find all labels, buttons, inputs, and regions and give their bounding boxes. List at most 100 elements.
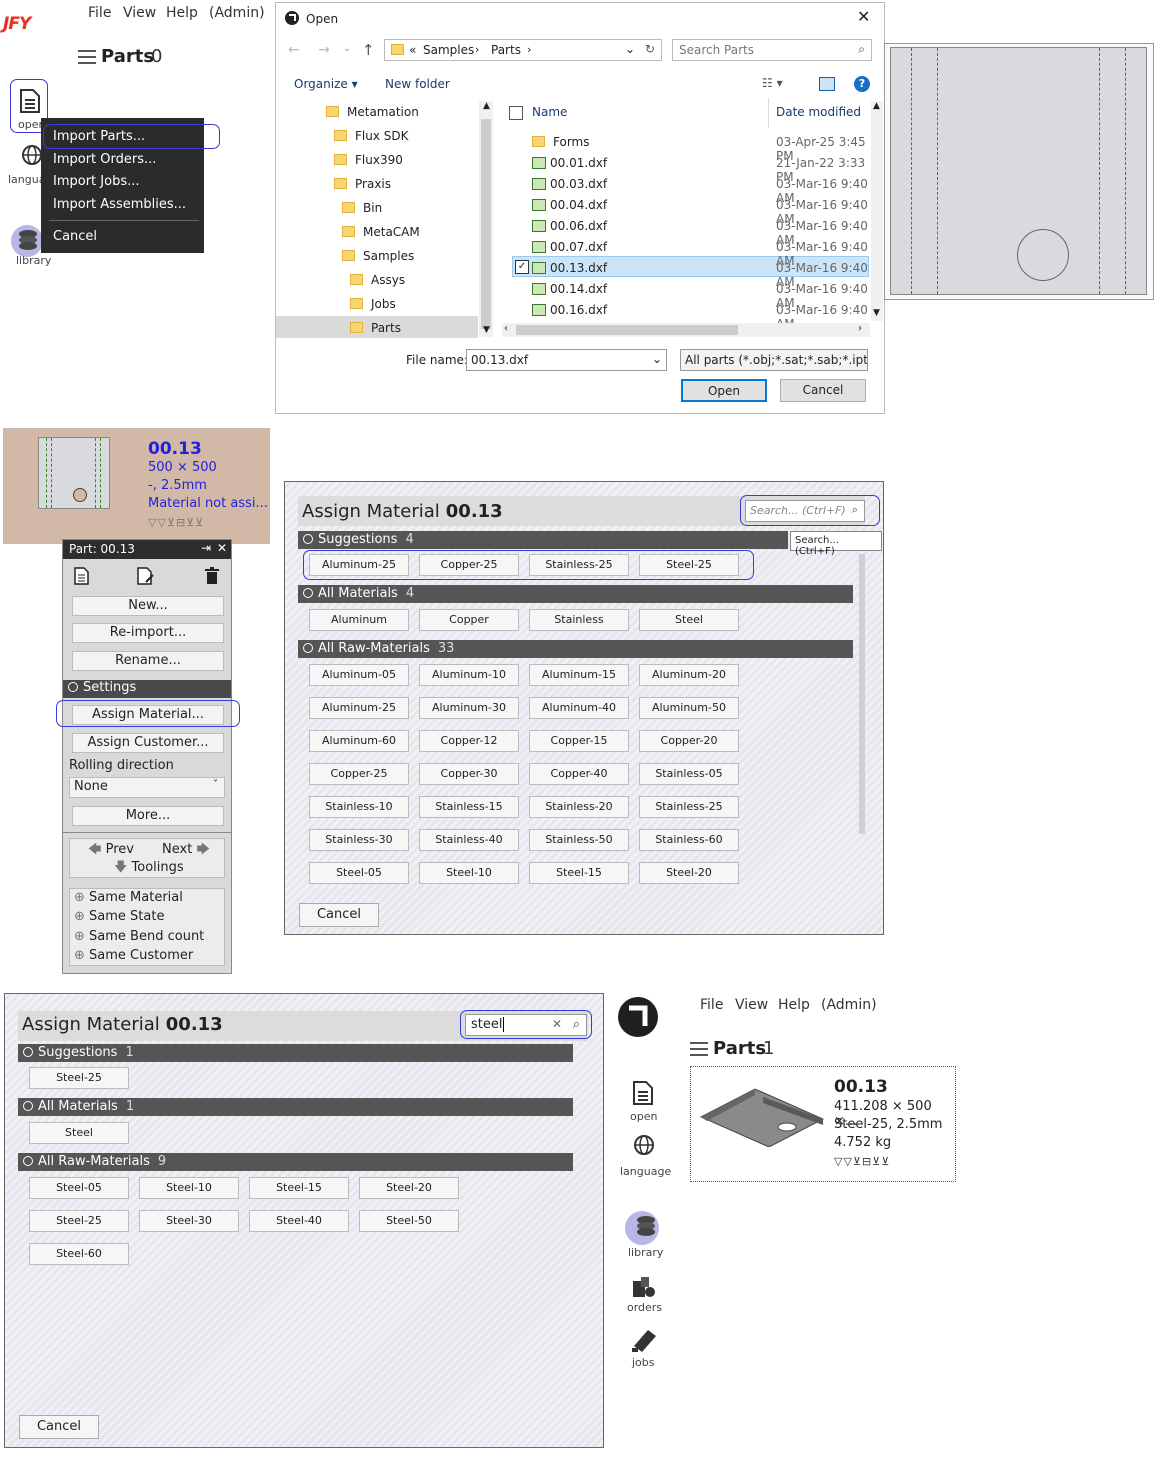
material-button[interactable]: Copper-12 [419, 730, 519, 752]
tree-scrollbar[interactable]: ▲ ▼ [479, 101, 493, 337]
toolings-button[interactable]: 🡇 Toolings [114, 858, 184, 880]
breadcrumb-parts[interactable]: Parts [491, 43, 521, 57]
material-button[interactable]: Steel-20 [359, 1177, 459, 1199]
menu-admin[interactable]: (Admin) [821, 997, 877, 1013]
raw-materials-group-header[interactable]: All Raw-Materials 9 [18, 1153, 573, 1171]
settings-group-header[interactable]: Settings [63, 680, 231, 698]
menu-import-jobs[interactable]: Import Jobs... [53, 174, 140, 189]
organize-button[interactable]: Organize ▾ [294, 77, 358, 91]
scroll-up-icon[interactable]: ▲ [483, 101, 490, 111]
file-row[interactable]: Forms [532, 135, 589, 149]
material-button[interactable]: Steel [29, 1122, 129, 1144]
material-button[interactable]: Aluminum-05 [309, 664, 409, 686]
raw-materials-group-header[interactable]: All Raw-Materials 33 [298, 640, 853, 658]
material-button[interactable]: Steel-10 [139, 1177, 239, 1199]
open-button[interactable]: Open [681, 379, 767, 402]
material-button[interactable]: Steel-40 [249, 1210, 349, 1232]
tree-item[interactable]: MetaCAM [342, 225, 420, 239]
material-button[interactable]: Aluminum-40 [529, 697, 629, 719]
library-icon[interactable] [622, 1208, 666, 1248]
search-parts-input[interactable]: Search Parts ⌕ [672, 39, 872, 61]
file-row[interactable]: 00.06.dxf [532, 219, 607, 233]
file-row[interactable]: 00.14.dxf [532, 282, 607, 296]
hscroll-thumb[interactable] [516, 325, 738, 335]
reimport-button[interactable]: Re-import... [72, 623, 224, 643]
material-button[interactable]: Steel-05 [309, 862, 409, 884]
menu-help[interactable]: Help [166, 5, 198, 21]
cancel-button[interactable]: Cancel [19, 1415, 99, 1439]
part-card[interactable]: 00.13 500 × 500 -, 2.5mm Material not as… [3, 428, 270, 544]
file-type-select[interactable]: All parts (*.obj;*.sat;*.sab;*.ipt;* [680, 349, 868, 371]
menu-file[interactable]: File [88, 5, 111, 21]
edit-document-icon[interactable] [137, 567, 155, 585]
filter-same-customer[interactable]: ⊕ Same Customer [74, 948, 193, 963]
up-arrow-icon[interactable]: ↑ [362, 41, 375, 59]
menu-view[interactable]: View [735, 997, 768, 1013]
breadcrumb-samples[interactable]: Samples [423, 43, 474, 57]
tree-item-selected[interactable]: Parts [350, 321, 401, 335]
material-button[interactable]: Copper-30 [419, 763, 519, 785]
preview-pane-icon[interactable] [819, 77, 835, 91]
more-button[interactable]: More... [72, 806, 224, 826]
material-button[interactable]: Steel-25 [29, 1067, 129, 1089]
material-button[interactable]: Aluminum-60 [309, 730, 409, 752]
cancel-button[interactable]: Cancel [780, 379, 866, 402]
material-button[interactable]: Copper-25 [309, 763, 409, 785]
scroll-left-icon[interactable]: ‹ [504, 323, 508, 334]
material-button[interactable]: Copper-20 [639, 730, 739, 752]
part-card-assigned[interactable]: 00.13 411.208 × 500 ×... Steel-25, 2.5mm… [690, 1066, 956, 1182]
menu-import-assemblies[interactable]: Import Assemblies... [53, 197, 186, 212]
material-button[interactable]: Stainless-20 [529, 796, 629, 818]
document-icon[interactable] [74, 567, 90, 585]
refresh-icon[interactable]: ↻ [645, 42, 655, 56]
material-button[interactable]: Steel-10 [419, 862, 519, 884]
new-folder-button[interactable]: New folder [385, 77, 450, 91]
scroll-down-icon[interactable]: ▼ [873, 308, 880, 318]
filter-same-bend-count[interactable]: ⊕ Same Bend count [74, 929, 204, 944]
hamburger-icon[interactable] [690, 1042, 708, 1056]
menu-view[interactable]: View [123, 5, 156, 21]
close-icon[interactable]: ✕ [857, 7, 870, 26]
scroll-down-icon[interactable]: ▼ [483, 325, 490, 335]
material-button[interactable]: Steel [639, 609, 739, 631]
back-arrow-icon[interactable]: ← [288, 42, 300, 58]
all-materials-group-header[interactable]: All Materials 4 [298, 585, 853, 603]
view-options-icon[interactable]: ☷ ▾ [762, 76, 783, 90]
scroll-thumb[interactable] [481, 119, 491, 329]
address-bar[interactable]: « Samples › Parts › ⌄ ↻ [384, 39, 662, 61]
tree-item[interactable]: Flux390 [334, 153, 403, 167]
hamburger-icon[interactable] [78, 50, 96, 64]
file-row-selected[interactable]: 00.13.dxf [532, 261, 607, 275]
suggestions-group-header[interactable]: Suggestions 1 [18, 1044, 573, 1062]
file-list-hscroll[interactable]: ‹ › [502, 323, 870, 337]
rolling-direction-select[interactable]: None ˅ [69, 777, 225, 798]
dropdown-chevron-icon[interactable]: ⌄ [652, 352, 662, 366]
material-button[interactable]: Steel-30 [139, 1210, 239, 1232]
material-button[interactable]: Steel-15 [249, 1177, 349, 1199]
material-button[interactable]: Stainless [529, 609, 629, 631]
tree-item[interactable]: Jobs [350, 297, 396, 311]
file-row[interactable]: 00.01.dxf [532, 156, 607, 170]
column-date[interactable]: Date modified [776, 105, 861, 119]
material-button[interactable]: Aluminum-15 [529, 664, 629, 686]
tree-item[interactable]: Bin [342, 201, 382, 215]
menu-file[interactable]: File [700, 997, 723, 1013]
material-button[interactable]: Stainless-60 [639, 829, 739, 851]
tree-item[interactable]: Assys [350, 273, 405, 287]
material-button[interactable]: Steel-25 [29, 1210, 129, 1232]
tree-item[interactable]: Praxis [334, 177, 391, 191]
file-row[interactable]: 00.03.dxf [532, 177, 607, 191]
material-button[interactable]: Steel-50 [359, 1210, 459, 1232]
material-button[interactable]: Steel-05 [29, 1177, 129, 1199]
address-dropdown-icon[interactable]: ⌄ [625, 42, 635, 56]
orders-icon[interactable] [631, 1275, 657, 1299]
document-icon[interactable] [632, 1080, 654, 1106]
menu-admin[interactable]: (Admin) [209, 5, 265, 21]
document-icon[interactable] [19, 88, 41, 114]
material-button[interactable]: Aluminum [309, 609, 409, 631]
material-button[interactable]: Stainless-15 [419, 796, 519, 818]
tree-item[interactable]: Metamation [326, 105, 419, 119]
material-button[interactable]: Stainless-25 [639, 796, 739, 818]
help-icon[interactable]: ? [854, 76, 870, 92]
material-button[interactable]: Copper-15 [529, 730, 629, 752]
